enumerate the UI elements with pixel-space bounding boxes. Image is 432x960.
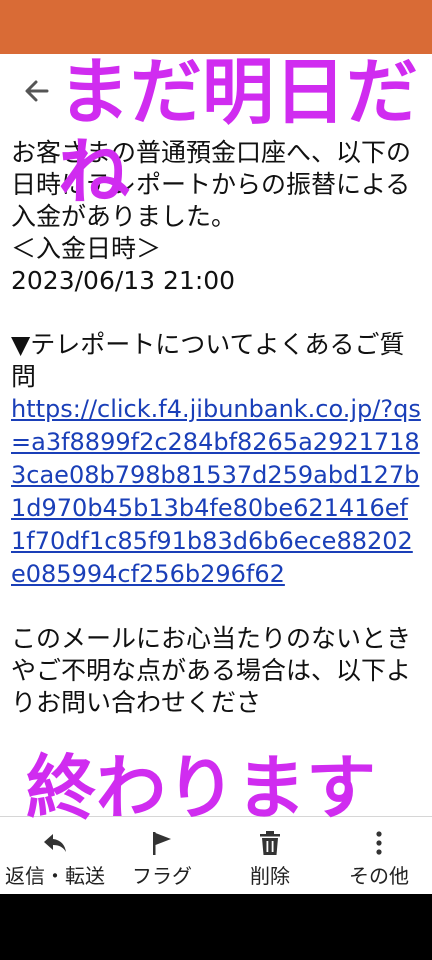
message-body: お客さまの普通預金口座へ、以下の日時にテレポートからの振替による入金がありました… (11, 137, 423, 719)
deposit-heading: ＜入金日時＞ (11, 234, 162, 263)
flag-icon (153, 832, 171, 855)
more-vertical-icon (376, 831, 382, 855)
more-label: その他 (349, 864, 409, 888)
reply-icon (44, 834, 66, 852)
closing-text: このメールにお心当たりのないときやご不明な点がある場合は、以下よりお問い合わせく… (11, 624, 412, 717)
deposit-datetime: 2023/06/13 21:00 (11, 266, 236, 295)
reply-forward-button[interactable]: 返信・転送 (0, 817, 110, 895)
system-navigation-bar (0, 894, 432, 960)
back-button[interactable] (20, 74, 54, 108)
bottom-toolbar: 返信・転送 フラグ 削除 その他 (0, 816, 432, 895)
back-arrow-icon (25, 80, 49, 102)
faq-link[interactable]: https://click.f4.jibunbank.co.jp/?qs=a3f… (11, 393, 423, 591)
faq-heading: ▼テレポートについてよくあるご質問 (11, 330, 405, 391)
delete-button[interactable]: 削除 (214, 817, 326, 895)
message-intro: お客さまの普通預金口座へ、以下の日時にテレポートからの振替による入金がありました… (11, 138, 412, 231)
flag-label: フラグ (132, 864, 192, 888)
more-button[interactable]: その他 (326, 817, 432, 895)
status-bar (0, 0, 432, 54)
flag-button[interactable]: フラグ (110, 817, 214, 895)
delete-label: 削除 (250, 864, 290, 888)
reply-forward-label: 返信・転送 (5, 864, 105, 888)
trash-icon (260, 831, 280, 855)
